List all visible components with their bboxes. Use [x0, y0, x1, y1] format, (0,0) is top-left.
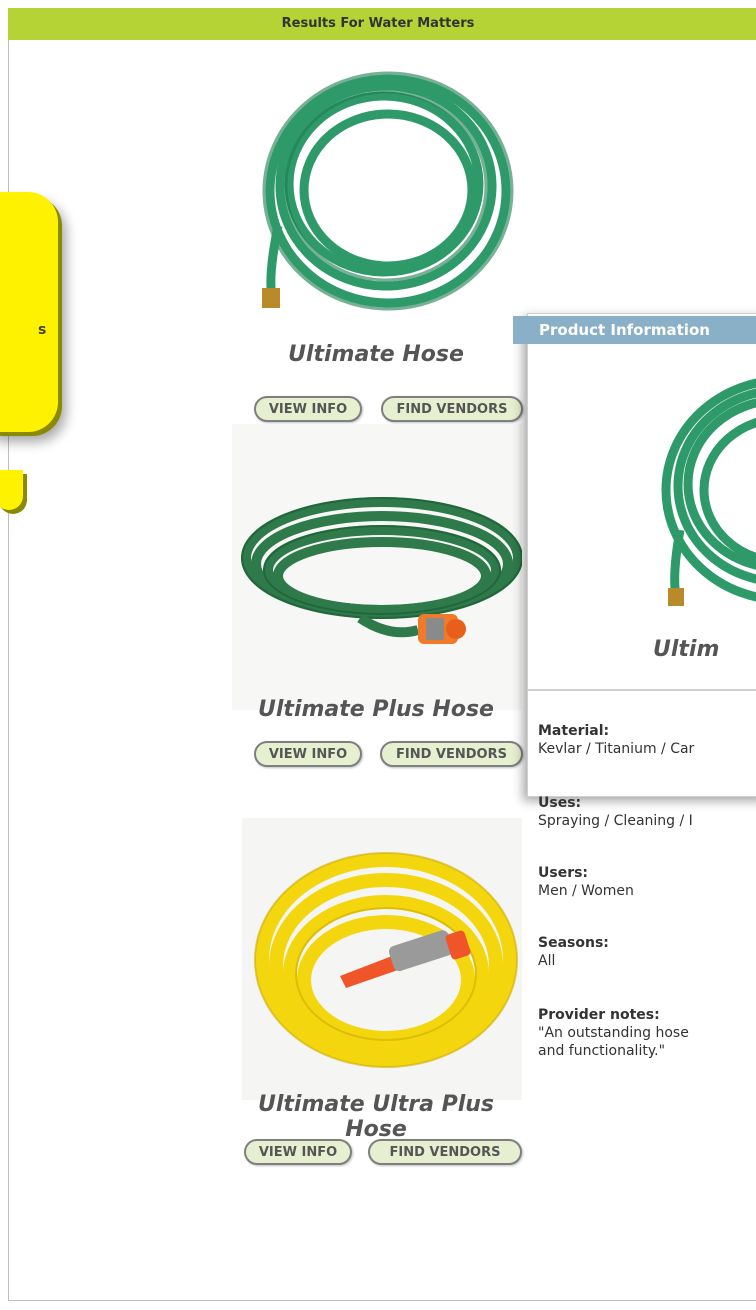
product-name: Ultimate Hose [288, 342, 464, 367]
panel-product-name: Ultim [653, 637, 720, 662]
product-name: Ultimate Plus Hose [258, 697, 494, 722]
spec-label: Material: [538, 723, 610, 739]
find-vendors-button[interactable]: FIND VENDORS [381, 396, 523, 422]
spec-material: Material: Kevlar / Titanium / Car [538, 722, 694, 758]
spec-seasons: Seasons: All [538, 934, 609, 970]
green-braided-hose-image[interactable] [240, 478, 522, 668]
spec-label: Users: [538, 865, 589, 881]
panel-hose-image [661, 378, 756, 606]
spec-value: Kevlar / Titanium / Car [538, 741, 695, 757]
results-header: Results For Water Matters [8, 8, 756, 40]
view-info-button[interactable]: VIEW INFO [254, 741, 362, 767]
spec-label: Seasons: [538, 935, 609, 951]
spec-label: Provider notes: [538, 1007, 660, 1023]
spec-users: Users: Men / Women [538, 864, 634, 900]
spec-uses: Uses: Spraying / Cleaning / I [538, 794, 693, 830]
product-name: Ultimate Ultra Plus Hose [257, 1092, 495, 1142]
callout-bubble [0, 192, 58, 432]
spec-value: "An outstanding hose [538, 1025, 689, 1041]
panel-title: Product Information [527, 316, 756, 344]
callout-text: s [38, 322, 47, 338]
view-info-button[interactable]: VIEW INFO [254, 396, 362, 422]
panel-divider [527, 689, 756, 691]
find-vendors-button[interactable]: FIND VENDORS [368, 1139, 522, 1165]
spec-label: Uses: [538, 795, 582, 811]
view-info-button[interactable]: VIEW INFO [244, 1139, 352, 1165]
spec-value: Men / Women [538, 883, 634, 899]
find-vendors-button[interactable]: FIND VENDORS [380, 741, 523, 767]
spec-value: Spraying / Cleaning / I [538, 813, 693, 829]
spec-value: All [538, 953, 556, 969]
yellow-hose-image[interactable] [252, 848, 522, 1080]
callout-tail [0, 470, 23, 510]
spec-value-continued: and functionality." [538, 1043, 666, 1059]
green-hose-image[interactable] [248, 56, 524, 318]
spec-provider-notes: Provider notes: "An outstanding hose and… [538, 1006, 689, 1060]
